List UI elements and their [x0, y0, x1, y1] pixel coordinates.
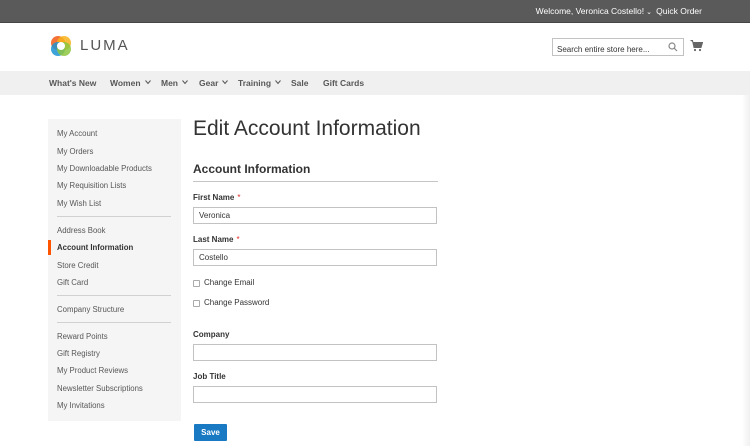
save-button[interactable]: Save [194, 424, 227, 441]
sidebar-item-downloadable-products[interactable]: My Downloadable Products [57, 164, 152, 173]
section-title: Account Information [193, 162, 311, 176]
chevron-down-icon [144, 80, 151, 85]
sidebar-item-company-structure[interactable]: Company Structure [57, 305, 124, 314]
sidebar-item-product-reviews[interactable]: My Product Reviews [57, 366, 128, 375]
nav-item-women[interactable]: Women [110, 78, 151, 88]
job-title-label: Job Title [193, 372, 226, 381]
nav-label: What's New [49, 78, 97, 88]
nav-label: Gift Cards [323, 78, 365, 88]
active-indicator [48, 240, 51, 255]
nav-label: Men [161, 78, 178, 88]
chevron-down-icon [182, 80, 188, 85]
top-bar: Welcome, Veronica Costello! ⌄ Quick Order [0, 0, 750, 23]
nav-label: Sale [291, 78, 309, 88]
search-box [552, 38, 684, 58]
sidebar-item-address-book[interactable]: Address Book [57, 226, 106, 235]
nav-item-whats-new[interactable]: What's New [49, 78, 96, 88]
nav-label: Training [238, 78, 272, 88]
label-text: Last Name [193, 235, 234, 244]
job-title-input[interactable] [193, 386, 437, 403]
sidebar-divider [57, 295, 171, 296]
chevron-down-icon [275, 80, 281, 85]
welcome-menu[interactable]: Welcome, Veronica Costello! ⌄ [536, 6, 652, 16]
nav-label: Gear [199, 78, 219, 88]
quick-order-link[interactable]: Quick Order [656, 6, 702, 16]
header: LUMA [0, 23, 750, 71]
sidebar-item-account-information[interactable]: Account Information [57, 243, 133, 252]
search-input[interactable] [553, 41, 663, 58]
company-input[interactable] [193, 344, 437, 361]
welcome-text: Welcome, Veronica Costello! [535, 6, 645, 16]
sidebar-item-gift-card[interactable]: Gift Card [57, 278, 88, 287]
main-nav: What's New Women Men Gear Training Sale … [0, 71, 750, 95]
nav-item-sale[interactable]: Sale [291, 78, 309, 88]
sidebar-item-my-invitations[interactable]: My Invitations [57, 401, 105, 410]
company-label: Company [193, 330, 230, 339]
sidebar-item-my-account[interactable]: My Account [57, 129, 97, 138]
chevron-down-icon [222, 80, 229, 85]
required-mark: * [237, 193, 241, 202]
logo-text[interactable]: LUMA [80, 37, 130, 54]
page-edge [742, 95, 750, 446]
sidebar-item-store-credit[interactable]: Store Credit [57, 261, 99, 270]
sidebar-divider [57, 216, 171, 217]
sidebar-item-newsletter-subscriptions[interactable]: Newsletter Subscriptions [57, 384, 143, 393]
account-sidebar: My Account My Orders My Downloadable Pro… [48, 119, 181, 421]
last-name-label: Last Name * [193, 235, 240, 244]
sidebar-item-reward-points[interactable]: Reward Points [57, 332, 108, 341]
change-email-checkbox[interactable] [193, 280, 200, 287]
page-title: Edit Account Information [193, 117, 421, 140]
sidebar-item-requisition-lists[interactable]: My Requisition Lists [57, 181, 126, 190]
section-divider [193, 181, 438, 182]
sidebar-divider [57, 322, 171, 323]
luma-logo-icon[interactable] [49, 34, 73, 58]
cart-icon[interactable] [690, 39, 703, 52]
nav-item-gift-cards[interactable]: Gift Cards [323, 78, 364, 88]
chevron-down-icon: ⌄ [646, 9, 652, 16]
nav-item-gear[interactable]: Gear [199, 78, 229, 88]
first-name-input[interactable] [193, 207, 437, 224]
label-text: First Name [193, 193, 235, 202]
sidebar-item-wish-list[interactable]: My Wish List [57, 199, 101, 208]
search-icon[interactable] [668, 42, 678, 52]
change-password-checkbox[interactable] [193, 300, 200, 307]
nav-item-men[interactable]: Men [161, 78, 188, 88]
sidebar-item-gift-registry[interactable]: Gift Registry [57, 349, 100, 358]
first-name-label: First Name * [193, 193, 240, 202]
last-name-input[interactable] [193, 249, 437, 266]
nav-label: Women [110, 78, 141, 88]
sidebar-item-my-orders[interactable]: My Orders [57, 147, 93, 156]
change-password-label[interactable]: Change Password [204, 298, 269, 307]
nav-item-training[interactable]: Training [238, 78, 281, 88]
required-mark: * [236, 235, 240, 244]
change-email-label[interactable]: Change Email [204, 278, 254, 287]
